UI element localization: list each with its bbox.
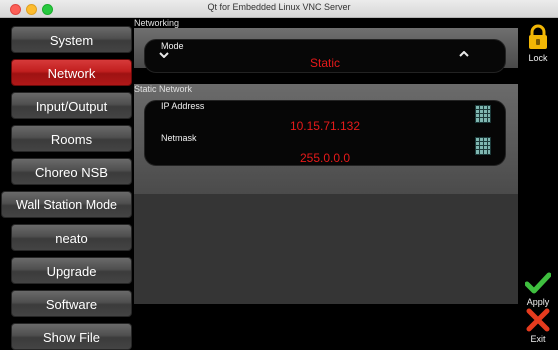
- exit-x-icon[interactable]: [526, 308, 550, 332]
- lock-icon[interactable]: [527, 24, 549, 50]
- sidebar-item-neato[interactable]: neato: [11, 224, 132, 251]
- static-network-section-label: Static Network: [134, 84, 193, 94]
- static-network-panel: Static Network IP Address 10.15.71.132 N…: [134, 84, 518, 194]
- main-panel: Networking Mode Static Static Network IP…: [134, 18, 518, 350]
- window-title: Qt for Embedded Linux VNC Server: [207, 2, 351, 12]
- sidebar-item-show-file[interactable]: Show File: [11, 323, 132, 350]
- ip-address-value[interactable]: 10.15.71.132: [255, 119, 395, 133]
- mode-selector[interactable]: Mode Static: [144, 39, 506, 73]
- chevron-up-icon[interactable]: [459, 51, 469, 57]
- sidebar-item-software[interactable]: Software: [11, 290, 132, 317]
- exit-label[interactable]: Exit: [518, 334, 558, 344]
- netmask-label: Netmask: [161, 133, 197, 143]
- sidebar-item-input-output[interactable]: Input/Output: [11, 92, 132, 119]
- window-titlebar: Qt for Embedded Linux VNC Server: [0, 0, 558, 18]
- ip-address-label: IP Address: [161, 101, 205, 111]
- content-background: [134, 194, 518, 304]
- netmask-keypad-icon[interactable]: [475, 137, 491, 155]
- sidebar-nav: System Network Input/Output Rooms Choreo…: [0, 18, 134, 350]
- sidebar-item-choreo-nsb[interactable]: Choreo NSB: [11, 158, 132, 185]
- lock-label[interactable]: Lock: [518, 53, 558, 63]
- sidebar-item-wall-station-mode[interactable]: Wall Station Mode: [1, 191, 132, 218]
- networking-section-label: Networking: [134, 18, 180, 28]
- chevron-down-icon[interactable]: [159, 52, 169, 58]
- mode-label: Mode: [161, 41, 184, 51]
- apply-label[interactable]: Apply: [518, 297, 558, 307]
- sidebar-item-upgrade[interactable]: Upgrade: [11, 257, 132, 284]
- mode-value: Static: [309, 56, 340, 70]
- right-action-column: Lock Apply Exit: [518, 18, 558, 350]
- apply-check-icon[interactable]: [525, 272, 551, 294]
- static-network-fields: IP Address 10.15.71.132 Netmask 255.0.0.…: [144, 100, 506, 166]
- sidebar-item-rooms[interactable]: Rooms: [11, 125, 132, 152]
- sidebar-item-network[interactable]: Network: [11, 59, 132, 86]
- netmask-value[interactable]: 255.0.0.0: [255, 151, 395, 165]
- sidebar-item-system[interactable]: System: [11, 26, 132, 53]
- ip-keypad-icon[interactable]: [475, 105, 491, 123]
